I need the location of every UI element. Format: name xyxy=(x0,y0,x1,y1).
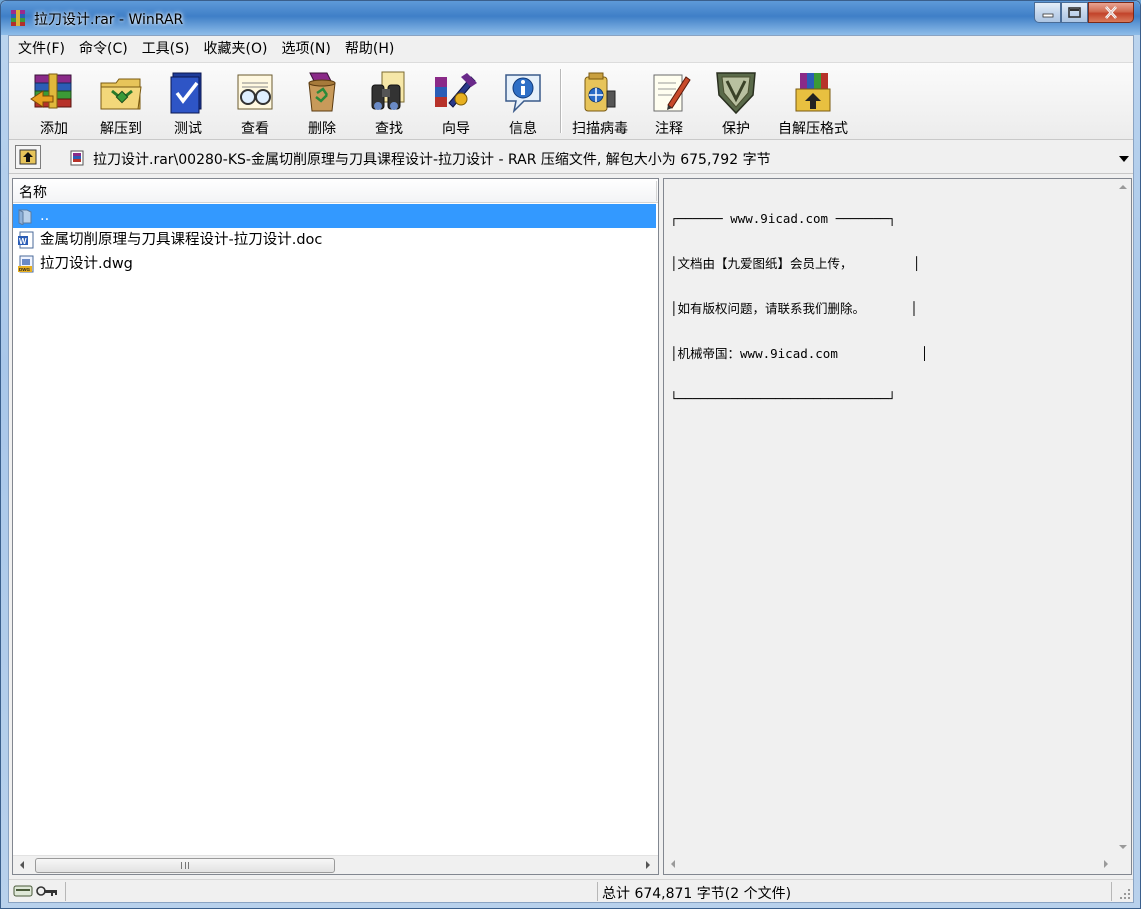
file-row-parent[interactable]: .. xyxy=(13,204,656,228)
folder-up-icon xyxy=(18,209,32,225)
svg-text:DWG: DWG xyxy=(19,267,30,272)
chevron-left-icon xyxy=(19,861,24,869)
winrar-app-icon xyxy=(11,10,25,26)
comment-line: │如有版权问题，请联系我们删除。 │ xyxy=(670,301,918,316)
svg-text:W: W xyxy=(19,237,27,246)
archive-path-text: 拉刀设计.rar\00280-KS-金属切削原理与刀具课程设计-拉刀设计 - R… xyxy=(93,152,771,168)
menu-options[interactable]: 选项(N) xyxy=(274,37,337,61)
status-divider xyxy=(65,882,66,901)
toolbar: 添加 解压到 测试 查看 删除 查找 向导 信息 扫描病毒 注释 保护 自解压格… xyxy=(9,62,1133,140)
chevron-down-icon[interactable] xyxy=(1119,844,1127,850)
status-divider xyxy=(1111,882,1112,901)
comment-pane[interactable]: ┌────── www.9icad.com ───────┐ │文档由【九爱图纸… xyxy=(663,178,1132,875)
sfx-label: 自解压格式 xyxy=(778,121,848,137)
file-list-hscrollbar[interactable] xyxy=(13,855,658,874)
comment-line: │机械帝国：www.9icad.com │ xyxy=(670,346,929,361)
window-controls xyxy=(1034,2,1134,24)
window-title: 拉刀设计.rar - WinRAR xyxy=(34,12,184,28)
chevron-down-icon[interactable] xyxy=(1118,154,1130,164)
delete-trash-icon xyxy=(308,72,336,112)
archive-comment: ┌────── www.9icad.com ───────┐ │文档由【九爱图纸… xyxy=(670,181,928,436)
menu-favorites[interactable]: 收藏夹(O) xyxy=(197,37,275,61)
wizard-icon xyxy=(435,73,477,108)
file-row-dwg[interactable]: DWG 拉刀设计.dwg xyxy=(13,252,658,276)
menu-tools[interactable]: 工具(S) xyxy=(135,37,197,61)
chevron-up-icon[interactable] xyxy=(1119,184,1127,190)
up-one-level-button[interactable] xyxy=(15,145,41,169)
column-divider[interactable] xyxy=(656,181,657,201)
scroll-right-button[interactable] xyxy=(639,856,656,874)
protect-button[interactable]: 保护 xyxy=(703,65,769,137)
comment-vscrollbar[interactable] xyxy=(1114,179,1131,855)
drive-key-icon[interactable] xyxy=(13,884,59,898)
menu-file[interactable]: 文件(F) xyxy=(11,37,72,61)
winrar-window: 拉刀设计.rar - WinRAR 文件(F) 命令(C) 工具(S) 收藏夹(… xyxy=(0,0,1141,909)
menu-help[interactable]: 帮助(H) xyxy=(338,37,401,61)
status-divider xyxy=(597,882,598,901)
comment-line: │文档由【九爱图纸】会员上传， │ xyxy=(670,256,921,271)
comment-line: └────────────────────────────┘ xyxy=(670,391,896,406)
grip-icon xyxy=(181,862,189,869)
comment-line: ┌────── www.9icad.com ───────┐ xyxy=(670,211,896,226)
archive-path-combobox[interactable]: 拉刀设计.rar\00280-KS-金属切削原理与刀具课程设计-拉刀设计 - R… xyxy=(62,145,1130,171)
column-header-name[interactable]: 名称 xyxy=(13,179,658,203)
comment-pen-icon xyxy=(653,74,691,112)
extract-folder-icon xyxy=(100,78,142,110)
file-name: 拉刀设计.dwg xyxy=(40,256,133,272)
info-label: 信息 xyxy=(509,121,537,137)
file-row-doc[interactable]: W 金属切削原理与刀具课程设计-拉刀设计.doc xyxy=(13,228,658,252)
find-binoculars-icon xyxy=(371,71,405,110)
client-area: 文件(F) 命令(C) 工具(S) 收藏夹(O) 选项(N) 帮助(H) 添加 xyxy=(8,35,1134,903)
file-list: .. W 金属切削原理与刀具课程设计-拉刀设计.doc DWG 拉刀设计.dwg xyxy=(13,204,658,276)
rar-file-icon xyxy=(70,150,84,166)
chevron-left-icon[interactable] xyxy=(670,860,676,868)
word-doc-icon: W xyxy=(18,231,34,249)
protect-label: 保护 xyxy=(722,121,750,137)
file-list-pane[interactable]: 名称 .. W 金属切削原理与刀具课程设计-拉刀设计.doc DWG 拉刀设计.… xyxy=(12,178,659,875)
sfx-box-icon xyxy=(795,73,831,112)
file-name: .. xyxy=(39,206,51,226)
protect-shield-icon xyxy=(716,72,756,115)
comment-hscrollbar[interactable] xyxy=(664,855,1131,874)
status-total: 总计 674,871 字节(2 个文件) xyxy=(602,886,792,902)
maximize-button[interactable] xyxy=(1061,2,1088,23)
test-archive-icon xyxy=(170,72,202,114)
scroll-thumb[interactable] xyxy=(35,858,335,873)
status-bar: 总计 674,871 字节(2 个文件) xyxy=(9,879,1133,902)
maximize-icon xyxy=(1068,7,1081,18)
virus-scan-button[interactable]: 扫描病毒 xyxy=(567,65,633,137)
add-archive-icon xyxy=(30,73,72,109)
sfx-button[interactable]: 自解压格式 xyxy=(778,65,848,137)
menu-commands[interactable]: 命令(C) xyxy=(72,37,135,61)
column-name-label: 名称 xyxy=(19,185,47,201)
view-glasses-icon xyxy=(237,74,273,110)
minimize-icon xyxy=(1042,13,1053,17)
close-icon xyxy=(1105,6,1117,19)
info-icon xyxy=(505,74,541,114)
file-name: 金属切削原理与刀具课程设计-拉刀设计.doc xyxy=(40,232,323,248)
address-bar: 拉刀设计.rar\00280-KS-金属切削原理与刀具课程设计-拉刀设计 - R… xyxy=(9,141,1133,174)
chevron-right-icon[interactable] xyxy=(1103,860,1109,868)
minimize-button[interactable] xyxy=(1034,2,1061,23)
title-bar[interactable]: 拉刀设计.rar - WinRAR xyxy=(1,1,1140,35)
chevron-right-icon xyxy=(645,861,650,869)
close-button[interactable] xyxy=(1088,2,1134,23)
info-button[interactable]: 信息 xyxy=(490,65,556,137)
resize-grip-icon[interactable] xyxy=(1119,888,1131,900)
menu-bar: 文件(F) 命令(C) 工具(S) 收藏夹(O) 选项(N) 帮助(H) xyxy=(9,36,1133,62)
scroll-left-button[interactable] xyxy=(13,856,30,874)
virus-scan-icon xyxy=(584,72,616,112)
dwg-file-icon: DWG xyxy=(18,255,34,273)
up-arrow-icon xyxy=(19,149,37,165)
